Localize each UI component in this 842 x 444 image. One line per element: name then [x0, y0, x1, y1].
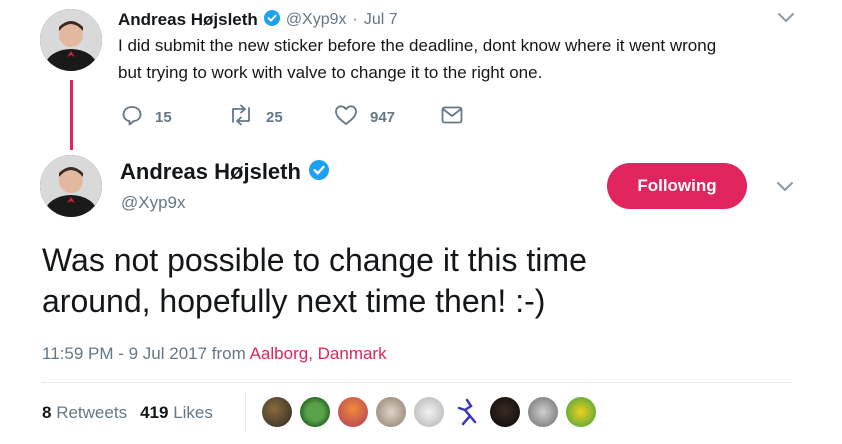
- liker-avatar[interactable]: [490, 397, 520, 427]
- retweet-icon: [228, 104, 254, 130]
- parent-tweet-text: I did submit the new sticker before the …: [118, 32, 808, 86]
- main-tweet-text-line: Was not possible to change it this time: [42, 242, 587, 278]
- like-count: 947: [370, 108, 396, 126]
- reply-thread-line: [70, 80, 73, 150]
- parent-tweet-header: Andreas Højsleth @Xyp9x · Jul 7: [118, 9, 398, 31]
- chevron-down-icon[interactable]: [774, 180, 796, 194]
- direct-message-icon[interactable]: [441, 106, 463, 129]
- heart-icon: [334, 104, 358, 130]
- main-author-name[interactable]: Andreas Højsleth: [120, 159, 301, 185]
- parent-tweet-text-line: I did submit the new sticker before the …: [118, 36, 717, 55]
- liker-avatar[interactable]: [414, 397, 444, 427]
- chevron-down-icon[interactable]: [776, 11, 796, 25]
- liker-avatar[interactable]: [452, 397, 482, 427]
- likes-stat[interactable]: 419 Likes: [140, 403, 213, 423]
- stats-divider: [245, 392, 246, 432]
- parent-author-name[interactable]: Andreas Højsleth: [118, 10, 258, 30]
- main-tweet-text-line: around, hopefully next time then! :-): [42, 283, 546, 319]
- likers-avatar-row: [262, 397, 596, 427]
- like-action[interactable]: 947: [334, 104, 395, 130]
- parent-tweet-date[interactable]: Jul 7: [364, 11, 398, 29]
- reply-action[interactable]: 15: [121, 104, 172, 130]
- tweet-metadata: 11:59 PM - 9 Jul 2017 from Aalborg, Danm…: [42, 344, 387, 364]
- liker-avatar[interactable]: [338, 397, 368, 427]
- retweets-label: Retweets: [56, 403, 128, 422]
- liker-avatar[interactable]: [566, 397, 596, 427]
- retweet-count: 25: [266, 108, 283, 126]
- likes-label: Likes: [173, 403, 213, 422]
- divider: [42, 382, 792, 383]
- header-separator: ·: [352, 11, 358, 28]
- reply-icon: [121, 104, 143, 130]
- parent-author-handle[interactable]: @Xyp9x: [286, 11, 347, 29]
- retweet-action[interactable]: 25: [228, 104, 283, 130]
- tweet-stats: 8 Retweets 419 Likes: [42, 403, 213, 423]
- liker-avatar[interactable]: [528, 397, 558, 427]
- main-author-header: Andreas Højsleth: [120, 158, 329, 186]
- likes-count: 419: [140, 403, 169, 422]
- parent-author-avatar[interactable]: [40, 9, 102, 71]
- liker-avatar[interactable]: [262, 397, 292, 427]
- reply-count: 15: [155, 108, 172, 126]
- tweet-location-link[interactable]: Aalborg, Danmark: [250, 344, 387, 363]
- following-button[interactable]: Following: [607, 163, 747, 209]
- main-author-handle[interactable]: @Xyp9x: [121, 193, 186, 213]
- tweet-timestamp[interactable]: 11:59 PM - 9 Jul 2017 from: [42, 344, 246, 363]
- retweets-count: 8: [42, 403, 52, 422]
- verified-badge-icon: [263, 9, 280, 31]
- liker-avatar[interactable]: [376, 397, 406, 427]
- main-tweet-text: Was not possible to change it this time …: [42, 240, 802, 322]
- main-author-avatar[interactable]: [40, 155, 102, 217]
- liker-avatar[interactable]: [300, 397, 330, 427]
- parent-tweet-text-line: but trying to work with valve to change …: [118, 63, 543, 82]
- verified-badge-icon: [308, 159, 329, 185]
- retweets-stat[interactable]: 8 Retweets: [42, 403, 127, 423]
